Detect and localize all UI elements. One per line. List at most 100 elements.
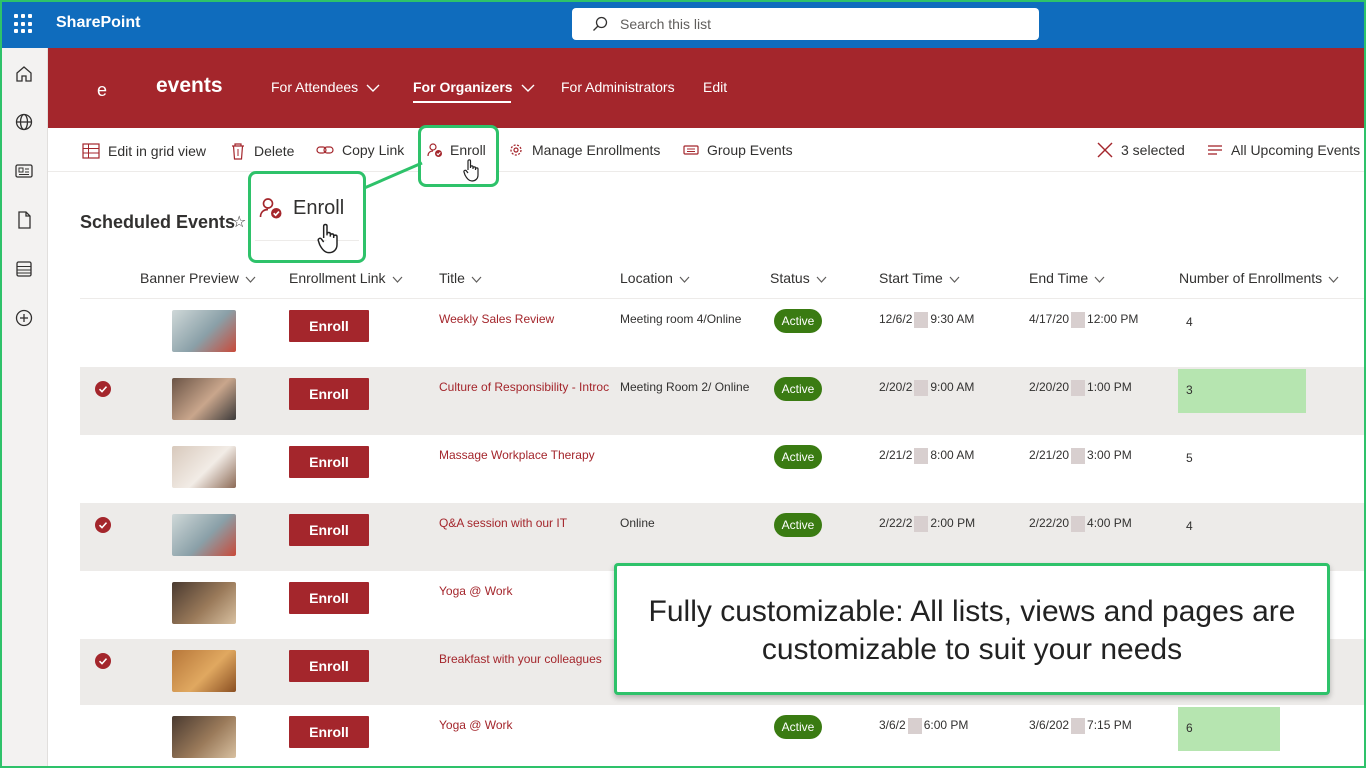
column-header-end-time[interactable]: End Time (1029, 270, 1105, 286)
start-date: 2/20/2 (879, 380, 913, 395)
event-title-link[interactable]: Weekly Sales Review (439, 312, 611, 326)
delete-button[interactable]: Delete (230, 142, 294, 160)
suite-bar: SharePoint Search this list (0, 0, 1366, 48)
callout-connector (362, 161, 423, 191)
column-header-label: Title (439, 270, 465, 286)
status-badge: Active (774, 445, 822, 469)
view-name: All Upcoming Events (1231, 142, 1361, 158)
event-title-link[interactable]: Culture of Responsibility - Introc (439, 380, 611, 394)
redacted-year (914, 380, 929, 396)
site-title[interactable]: events (156, 74, 223, 98)
chevron-down-icon (521, 84, 535, 93)
event-location: Meeting room 4/Online (620, 312, 742, 326)
home-icon[interactable] (14, 64, 34, 84)
enroll-button[interactable]: Enroll (289, 514, 369, 546)
enroll-button[interactable]: Enroll (289, 650, 369, 682)
list-title: Scheduled Events (80, 212, 236, 232)
lists-icon[interactable] (14, 259, 34, 279)
end-clock: 3:00 PM (1087, 448, 1132, 463)
row-selected-check-icon[interactable] (95, 517, 111, 533)
end-time: 3/6/202 7:15 PM (1029, 718, 1132, 734)
site-logo[interactable]: e (97, 80, 107, 101)
enroll-button[interactable]: Enroll (289, 378, 369, 410)
chevron-down-icon (366, 84, 380, 93)
enroll-command-label: Enroll (450, 142, 486, 158)
status-badge: Active (774, 309, 822, 333)
column-header-number-of-enrollments[interactable]: Number of Enrollments (1179, 270, 1339, 286)
nav-edit[interactable]: Edit (703, 79, 727, 95)
event-title-link[interactable]: Yoga @ Work (439, 718, 611, 732)
trash-icon (232, 143, 244, 160)
chevron-down-icon (679, 276, 690, 283)
start-clock: 2:00 PM (930, 516, 976, 531)
selection-count-button[interactable]: 3 selected (1097, 142, 1185, 158)
news-icon[interactable] (14, 161, 34, 181)
manage-enrollments-button[interactable]: Manage Enrollments (508, 142, 660, 158)
column-header-location[interactable]: Location (620, 270, 690, 286)
column-header-banner-preview[interactable]: Banner Preview (140, 270, 256, 286)
app-launcher-icon[interactable] (14, 14, 34, 34)
column-header-label: Enrollment Link (289, 270, 386, 286)
start-date: 2/22/2 (879, 516, 913, 531)
enroll-button[interactable]: Enroll (289, 310, 369, 342)
nav-for-organizers[interactable]: For Organizers (413, 79, 535, 103)
column-header-label: Banner Preview (140, 270, 239, 286)
end-time: 2/22/20 4:00 PM (1029, 516, 1132, 532)
chevron-down-icon (816, 276, 827, 283)
document-icon[interactable] (14, 210, 34, 230)
banner-thumbnail (172, 310, 236, 352)
favorite-star-icon[interactable]: ☆ (232, 212, 246, 232)
end-date: 2/20/20 (1029, 380, 1070, 395)
event-title-link[interactable]: Yoga @ Work (439, 584, 611, 598)
enroll-button[interactable]: Enroll (289, 446, 369, 478)
row-selected-check-icon[interactable] (95, 381, 111, 397)
start-clock: 9:00 AM (930, 380, 975, 395)
search-input[interactable]: Search this list (572, 8, 1039, 40)
view-switcher[interactable]: All Upcoming Events (1207, 142, 1360, 158)
enroll-button[interactable]: Enroll (289, 716, 369, 748)
table-row[interactable]: Enroll Q&A session with our IT Online Activ… (80, 503, 1366, 571)
enrollment-count: 4 (1186, 519, 1193, 533)
column-header-status[interactable]: Status (770, 270, 827, 286)
banner-line-1: Fully customizable: All lists, views and… (648, 595, 1296, 628)
search-icon (593, 16, 608, 31)
end-date: 2/21/20 (1029, 448, 1070, 463)
command-bar: Edit in grid view Delete Copy Link Manag… (48, 128, 1366, 172)
brand-name[interactable]: SharePoint (56, 14, 140, 32)
edit-grid-view-label: Edit in grid view (108, 143, 207, 159)
close-icon (1097, 142, 1113, 158)
enroll-command-highlight[interactable]: Enroll (418, 125, 499, 187)
column-header-title[interactable]: Title (439, 270, 482, 286)
group-events-button[interactable]: Group Events (683, 142, 793, 158)
redacted-year (1071, 448, 1086, 464)
enrollment-data-bar (1178, 369, 1306, 413)
chevron-down-icon (949, 276, 960, 283)
nav-for-administrators[interactable]: For Administrators (561, 79, 675, 95)
create-plus-icon[interactable] (14, 308, 34, 328)
column-header-label: Status (770, 270, 810, 286)
table-row[interactable]: Enroll Weekly Sales Review Meeting room 4/… (80, 299, 1366, 367)
end-date: 4/17/20 (1029, 312, 1070, 327)
enroll-zoom-callout: Enroll (248, 171, 366, 263)
copy-link-button[interactable]: Copy Link (316, 142, 404, 158)
end-clock: 7:15 PM (1087, 718, 1132, 733)
table-row[interactable]: Enroll Massage Workplace Therapy Active 2/2… (80, 435, 1366, 503)
column-header-enrollment-link[interactable]: Enrollment Link (289, 270, 403, 286)
nav-for-attendees[interactable]: For Attendees (271, 79, 380, 95)
edit-grid-view-button[interactable]: Edit in grid view (82, 142, 206, 160)
redacted-year (907, 718, 922, 734)
event-title-link[interactable]: Massage Workplace Therapy (439, 448, 611, 462)
end-clock: 1:00 PM (1087, 380, 1132, 395)
enroll-button[interactable]: Enroll (289, 582, 369, 614)
column-header-start-time[interactable]: Start Time (879, 270, 960, 286)
redacted-year (1071, 312, 1086, 328)
table-row[interactable]: Enroll Yoga @ Work Active 3/6/2 6:00 PM 3/6/2… (80, 705, 1366, 773)
globe-icon[interactable] (14, 112, 34, 132)
event-title-link[interactable]: Breakfast with your colleagues (439, 652, 611, 666)
redacted-year (914, 448, 929, 464)
row-selected-check-icon[interactable] (95, 653, 111, 669)
event-title-link[interactable]: Q&A session with our IT (439, 516, 611, 530)
table-row[interactable]: Enroll Culture of Responsibility - Introc… (80, 367, 1366, 435)
hand-cursor-icon (463, 159, 479, 182)
left-app-bar (0, 48, 48, 768)
